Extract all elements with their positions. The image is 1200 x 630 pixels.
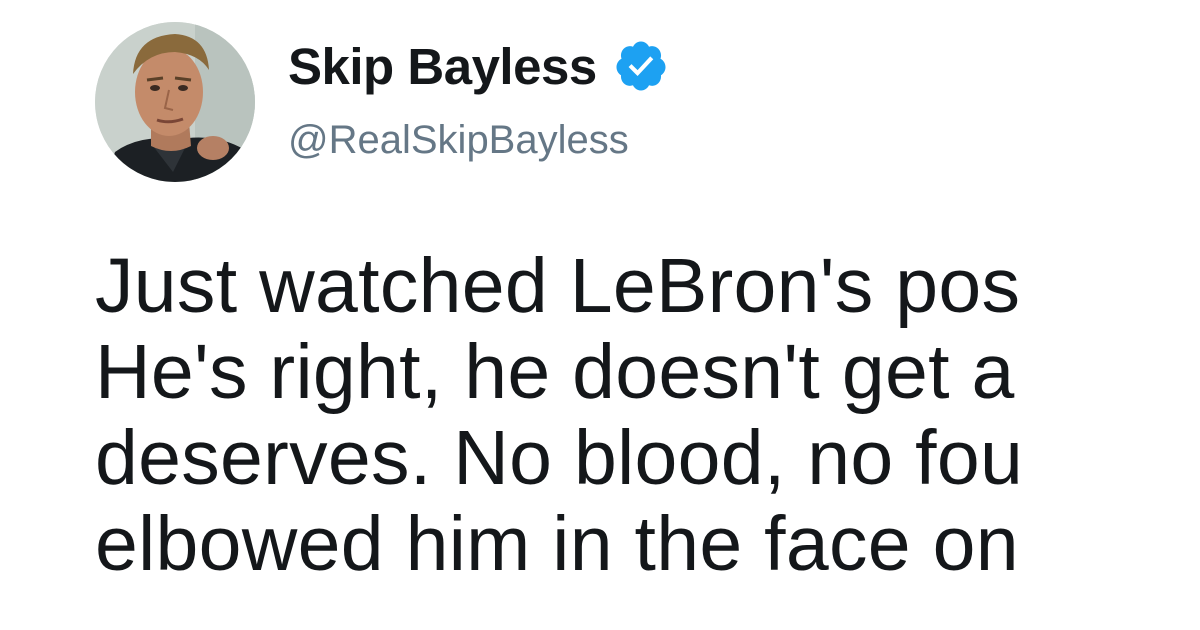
tweet-text-line: Just watched LeBron's pos	[95, 243, 1021, 329]
author-avatar[interactable]	[95, 22, 255, 182]
tweet-text-line: He's right, he doesn't get a	[95, 329, 1015, 415]
author-display-name[interactable]: Skip Bayless	[288, 37, 597, 96]
tweet-text: Just watched LeBron's pos He's right, he…	[95, 243, 1200, 587]
tweet-text-line: deserves. No blood, no fou	[95, 415, 1024, 501]
verified-badge-icon	[613, 38, 669, 94]
profile-photo	[95, 22, 255, 182]
tweet-card: Skip Bayless @RealSkipBayless Just watch…	[0, 0, 1200, 630]
tweet-text-line: elbowed him in the face on	[95, 501, 1019, 587]
author-name-row: Skip Bayless	[288, 34, 669, 98]
author-handle[interactable]: @RealSkipBayless	[288, 118, 629, 163]
